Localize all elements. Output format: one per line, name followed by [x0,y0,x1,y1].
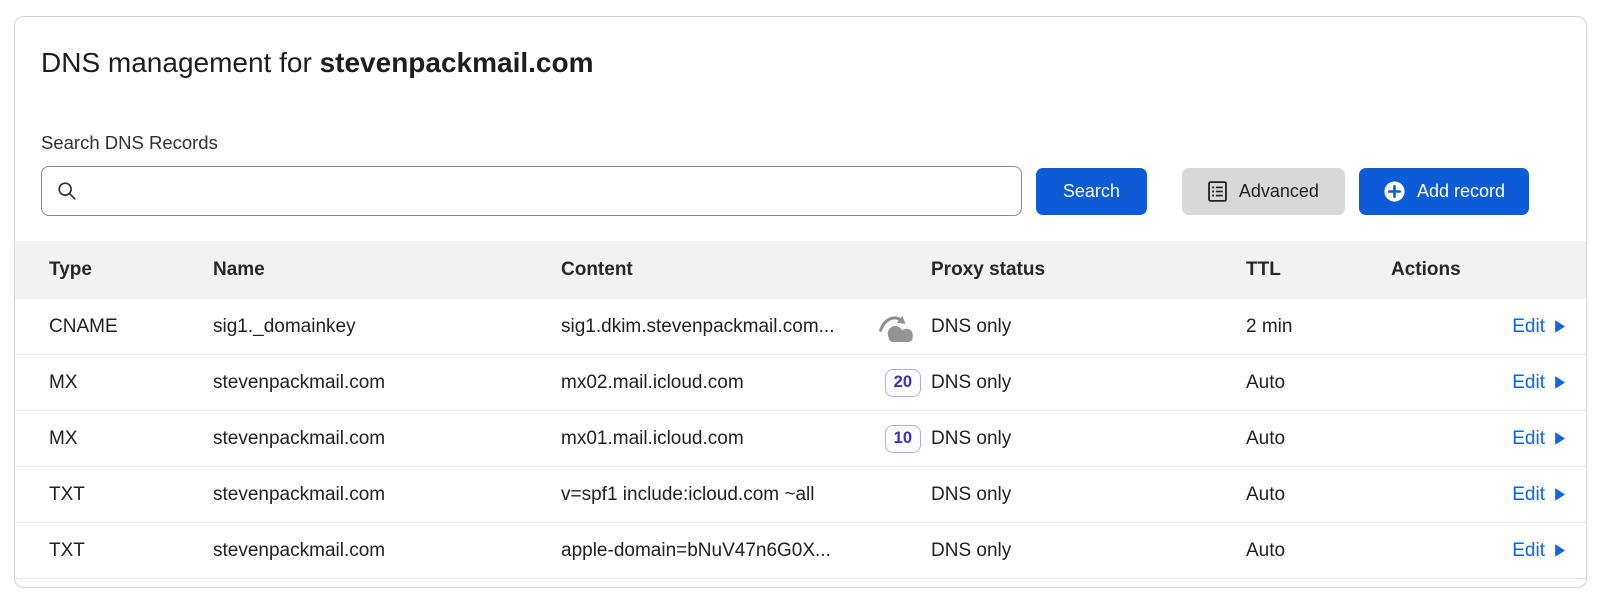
cell-proxy-status: 10 DNS only [873,425,1246,453]
edit-label: Edit [1512,540,1545,562]
edit-link[interactable]: Edit [1512,372,1566,394]
cell-name: stevenpackmail.com [213,428,561,450]
cell-actions: Edit [1391,428,1566,450]
cell-ttl: 2 min [1246,316,1391,338]
cell-type: CNAME [49,316,213,338]
table-row: TXT stevenpackmail.com v=spf1 include:ic… [15,467,1586,523]
column-header-ttl: TTL [1246,259,1391,281]
column-header-proxy-status: Proxy status [931,259,1246,281]
table-row: CNAME sig1._domainkey sig1.dkim.stevenpa… [15,299,1586,355]
search-label: Search DNS Records [41,131,1586,154]
cell-ttl: Auto [1246,372,1391,394]
proxy-prefix-slot: 20 [873,369,921,397]
edit-link[interactable]: Edit [1512,428,1566,450]
cell-proxy-status: 20 DNS only [873,369,1246,397]
chevron-right-icon [1554,543,1566,558]
cell-ttl: Auto [1246,540,1391,562]
plus-circle-icon [1383,180,1406,203]
cell-type: MX [49,428,213,450]
proxy-prefix-slot: 10 [873,425,921,453]
column-header-name: Name [213,259,561,281]
title-domain: stevenpackmail.com [320,47,594,78]
cell-name: stevenpackmail.com [213,540,561,562]
edit-label: Edit [1512,316,1545,338]
cell-name: sig1._domainkey [213,316,561,338]
advanced-button[interactable]: Advanced [1182,168,1345,215]
proxy-status-label: DNS only [931,316,1011,338]
title-prefix: DNS management for [41,47,320,78]
table-row: MX stevenpackmail.com mx02.mail.icloud.c… [15,355,1586,411]
edit-label: Edit [1512,484,1545,506]
search-input[interactable] [88,180,1007,203]
add-record-button-label: Add record [1417,181,1505,202]
search-toolbar: Search Advanced Add record [41,166,1529,216]
cell-type: TXT [49,484,213,506]
cell-actions: Edit [1391,316,1566,338]
edit-link[interactable]: Edit [1512,540,1566,562]
edit-label: Edit [1512,428,1545,450]
cell-proxy-status: DNS only [873,540,1246,562]
cell-proxy-status: DNS only [873,311,1246,343]
proxy-status-label: DNS only [931,372,1011,394]
proxy-status-label: DNS only [931,428,1011,450]
column-header-actions: Actions [1391,259,1566,281]
table-header-row: Type Name Content Proxy status TTL Actio… [15,241,1586,299]
chevron-right-icon [1554,319,1566,334]
dns-records-table: Type Name Content Proxy status TTL Actio… [15,241,1586,579]
table-row: TXT stevenpackmail.com apple-domain=bNuV… [15,523,1586,579]
proxy-prefix-slot [873,311,921,343]
advanced-button-label: Advanced [1239,181,1319,202]
edit-label: Edit [1512,372,1545,394]
cell-actions: Edit [1391,484,1566,506]
cell-ttl: Auto [1246,428,1391,450]
cell-type: MX [49,372,213,394]
cell-proxy-status: DNS only [873,484,1246,506]
cell-actions: Edit [1391,372,1566,394]
search-input-container[interactable] [41,166,1022,216]
cell-name: stevenpackmail.com [213,372,561,394]
cell-actions: Edit [1391,540,1566,562]
priority-badge: 20 [885,369,921,397]
dns-only-cloud-icon [877,311,921,343]
search-button[interactable]: Search [1036,168,1147,215]
cell-type: TXT [49,540,213,562]
column-header-content: Content [561,259,931,281]
page-title: DNS management for stevenpackmail.com [41,45,1562,81]
chevron-right-icon [1554,375,1566,390]
proxy-status-label: DNS only [931,484,1011,506]
edit-link[interactable]: Edit [1512,316,1566,338]
search-icon [56,180,78,202]
dns-management-card: DNS management for stevenpackmail.com Se… [14,16,1587,588]
column-header-type: Type [49,259,213,281]
edit-link[interactable]: Edit [1512,484,1566,506]
priority-badge: 10 [885,425,921,453]
cell-name: stevenpackmail.com [213,484,561,506]
table-row: MX stevenpackmail.com mx01.mail.icloud.c… [15,411,1586,467]
proxy-status-label: DNS only [931,540,1011,562]
cell-ttl: Auto [1246,484,1391,506]
add-record-button[interactable]: Add record [1359,168,1529,215]
chevron-right-icon [1554,431,1566,446]
advanced-list-icon [1208,181,1227,202]
chevron-right-icon [1554,487,1566,502]
